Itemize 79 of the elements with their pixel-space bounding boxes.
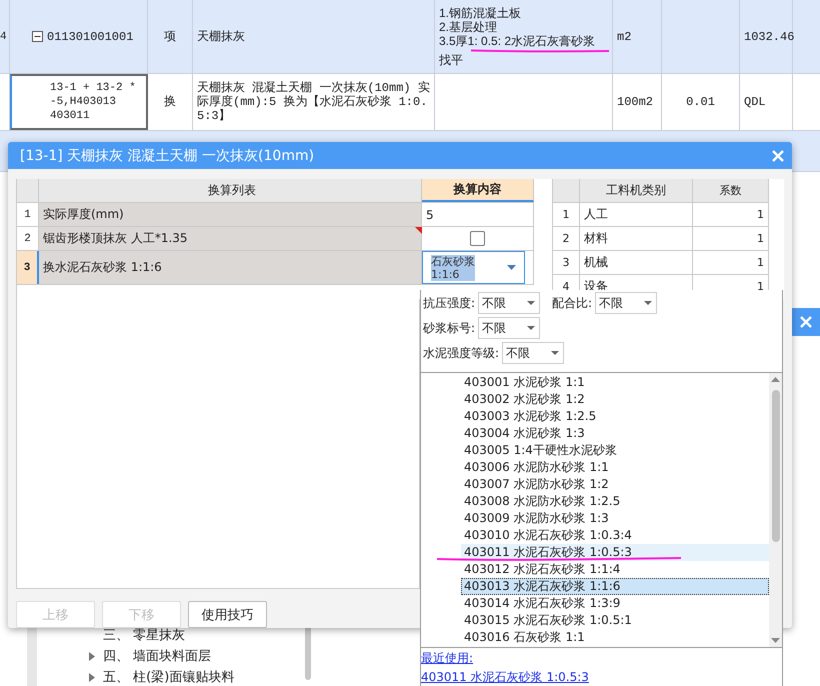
column-header: 换算列表 xyxy=(39,179,422,202)
dialog-button[interactable]: 使用技巧 xyxy=(188,601,267,628)
table-cell: m2 xyxy=(617,30,632,44)
list-item[interactable]: 403008 水泥防水砂浆 1:2.5 xyxy=(461,493,769,510)
caret-icon[interactable] xyxy=(527,301,536,305)
list-item[interactable]: 403006 水泥防水砂浆 1:1 xyxy=(461,459,769,476)
list-item[interactable]: 403005 1:4干硬性水泥砂浆 xyxy=(461,442,769,459)
list-item[interactable]: 403003 水泥砂浆 1:2.5 xyxy=(461,408,769,425)
filter-dropdown[interactable]: 不限 xyxy=(595,292,658,314)
table-cell: 100m2 xyxy=(617,95,654,109)
table-cell: 天棚抹灰 xyxy=(197,30,245,44)
close-icon[interactable] xyxy=(772,150,784,162)
list-item[interactable]: 403012 水泥石灰砂浆 1:1:4 xyxy=(461,561,769,578)
table-cell: 0.01 xyxy=(686,95,715,109)
table-cell: 机械 xyxy=(580,251,693,274)
row-number: 3 xyxy=(17,251,39,284)
expand-arrow-icon[interactable] xyxy=(89,652,95,660)
table-cell: 1 xyxy=(693,251,769,274)
table-cell: 天棚抹灰 混凝土天棚 一次抹灰(10mm) 实际厚度(mm):5 换为【水泥石灰砂浆 1:0.5:3】 xyxy=(197,81,430,123)
filter-label: 砂浆标号: xyxy=(423,320,476,336)
filter-dropdown[interactable]: 不限 xyxy=(502,342,564,364)
list-item[interactable]: 403010 水泥石灰砂浆 1:0.3:4 xyxy=(461,527,769,544)
tree-item[interactable]: 三、 零星抹灰 xyxy=(103,626,186,644)
dropdown-field[interactable]: 石灰砂浆 1:1:6 xyxy=(422,251,525,284)
feature-line: 找平 xyxy=(439,53,463,67)
table-cell: 材料 xyxy=(580,227,693,250)
scrollbar[interactable] xyxy=(769,373,782,647)
table-cell: 1 xyxy=(693,203,769,226)
recent-item-link[interactable]: 403011 水泥石灰砂浆 1:0.5:3 xyxy=(421,669,589,686)
scroll-down-icon[interactable] xyxy=(771,638,780,643)
value-field[interactable]: 5 xyxy=(426,208,434,222)
caret-icon[interactable] xyxy=(507,265,516,270)
table-cell: 1 xyxy=(693,227,769,250)
feature-line: 1.钢筋混凝土板 xyxy=(439,6,522,20)
recent-label-link[interactable]: 最近使用: xyxy=(421,650,474,667)
collapse-icon[interactable] xyxy=(32,31,43,42)
table-cell: 1032.46 xyxy=(744,30,794,44)
feature-line: 3.5厚1: 0.5: 2水泥石灰膏砂浆 xyxy=(439,34,596,48)
list-item[interactable]: 403001 水泥砂浆 1:1 xyxy=(461,374,769,391)
table-cell: 换水泥石灰砂浆 1:1:6 xyxy=(39,251,422,284)
caret-icon[interactable] xyxy=(644,301,652,305)
filter-label: 抗压强度: xyxy=(423,294,476,312)
table-cell: 实际厚度(mm) xyxy=(39,203,422,226)
row-number: 1 xyxy=(553,203,580,226)
row-number: 3 xyxy=(553,251,580,274)
list-item[interactable]: 403002 水泥砂浆 1:2 xyxy=(461,391,769,408)
table-cell: 锯齿形楼顶抹灰 人工*1.35 xyxy=(39,227,422,250)
column-header: 系数 xyxy=(693,179,769,202)
list-item[interactable]: 403004 水泥砂浆 1:3 xyxy=(461,425,769,442)
scroll-up-icon[interactable] xyxy=(771,377,780,382)
tree-item[interactable]: 五、 柱(梁)面镶贴块料 xyxy=(103,668,234,686)
table-cell: 011301001001 xyxy=(47,30,134,44)
feature-line: 2.基层处理 xyxy=(439,20,498,34)
list-item[interactable]: 403013 水泥石灰砂浆 1:1:6 xyxy=(461,578,769,595)
column-header: 工料机类别 xyxy=(580,179,693,202)
close-icon[interactable] xyxy=(800,316,812,328)
list-item[interactable]: 403011 水泥石灰砂浆 1:0.5:3 xyxy=(461,544,769,561)
expand-arrow-icon[interactable] xyxy=(89,672,95,682)
table-cell: QDL xyxy=(744,95,766,109)
row-number: 2 xyxy=(553,227,580,250)
table-cell: 人工 xyxy=(580,203,693,226)
caret-icon[interactable] xyxy=(551,351,560,355)
list-item[interactable]: 403009 水泥防水砂浆 1:3 xyxy=(461,510,769,527)
list-item[interactable]: 403014 水泥石灰砂浆 1:3:9 xyxy=(461,595,769,612)
caret-icon[interactable] xyxy=(527,326,536,330)
list-item[interactable]: 403007 水泥防水砂浆 1:2 xyxy=(461,476,769,493)
row-number: 4 xyxy=(0,0,10,73)
filter-dropdown[interactable]: 不限 xyxy=(478,292,540,314)
filter-dropdown[interactable]: 不限 xyxy=(478,317,540,339)
table-cell-text: 13-1 + 13-2 * -5,H403013 403011 xyxy=(50,81,137,123)
checkbox[interactable] xyxy=(470,231,485,246)
tree-item[interactable]: 四、 墙面块料面层 xyxy=(103,647,212,665)
table-cell: 项 xyxy=(164,30,176,44)
dialog-title: [13-1] 天棚抹灰 混凝土天棚 一次抹灰(10mm) xyxy=(20,146,314,164)
filter-label: 水泥强度等级: xyxy=(423,344,500,362)
table-cell: 换 xyxy=(164,95,176,109)
list-item[interactable]: 403015 水泥石灰砂浆 1:0.5:1 xyxy=(461,612,769,629)
column-header: 换算内容 xyxy=(422,179,534,202)
list-item[interactable]: 403016 石灰砂浆 1:1 xyxy=(461,629,769,646)
